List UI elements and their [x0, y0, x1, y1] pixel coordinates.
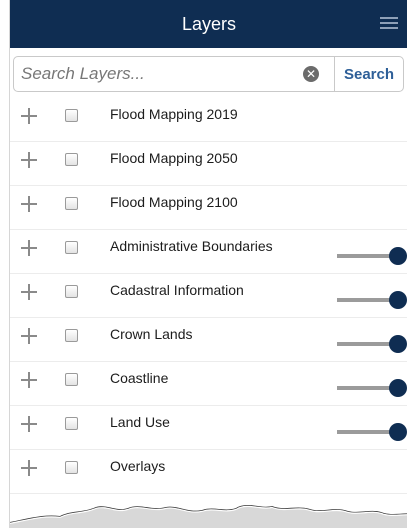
- search-input[interactable]: [13, 56, 335, 92]
- layer-name: Flood Mapping 2100: [110, 194, 238, 210]
- slider-track: [337, 342, 393, 346]
- layer-name: Cadastral Information: [110, 282, 244, 298]
- slider-thumb[interactable]: [389, 379, 407, 397]
- layer-visibility-checkbox[interactable]: [65, 417, 78, 430]
- expand-plus-icon[interactable]: [21, 328, 37, 344]
- layer-row: Crown Lands: [10, 318, 407, 362]
- layer-opacity-slider[interactable]: [337, 379, 407, 397]
- layer-name: Coastline: [110, 370, 169, 386]
- layer-visibility-checkbox[interactable]: [65, 373, 78, 386]
- layers-panel: Layers ✕ Search Flood Mapping 2019Flood …: [9, 0, 407, 528]
- expand-plus-icon[interactable]: [21, 372, 37, 388]
- layer-list: Flood Mapping 2019 Flood Mapping 2050 Floo…: [10, 98, 407, 494]
- layer-row: Land Use: [10, 406, 407, 450]
- layer-name: Crown Lands: [110, 326, 193, 342]
- slider-thumb[interactable]: [389, 247, 407, 265]
- slider-track: [337, 386, 393, 390]
- layer-opacity-slider[interactable]: [337, 423, 407, 441]
- slider-thumb[interactable]: [389, 335, 407, 353]
- layer-opacity-slider[interactable]: [337, 335, 407, 353]
- layer-name: Flood Mapping 2050: [110, 150, 238, 166]
- hamburger-menu-icon[interactable]: [380, 17, 398, 31]
- layer-row: Administrative Boundaries: [10, 230, 407, 274]
- expand-plus-icon[interactable]: [21, 460, 37, 476]
- slider-track: [337, 298, 393, 302]
- expand-plus-icon[interactable]: [21, 416, 37, 432]
- search-button[interactable]: Search: [334, 56, 404, 92]
- layer-row: Flood Mapping 2050: [10, 142, 407, 186]
- torn-edge-decoration: [10, 498, 407, 528]
- expand-plus-icon[interactable]: [21, 196, 37, 212]
- layer-visibility-checkbox[interactable]: [65, 241, 78, 254]
- layer-name: Flood Mapping 2019: [110, 106, 238, 122]
- layer-visibility-checkbox[interactable]: [65, 461, 78, 474]
- layer-visibility-checkbox[interactable]: [65, 153, 78, 166]
- layer-visibility-checkbox[interactable]: [65, 197, 78, 210]
- layer-row: Coastline: [10, 362, 407, 406]
- slider-thumb[interactable]: [389, 423, 407, 441]
- expand-plus-icon[interactable]: [21, 284, 37, 300]
- layer-name: Overlays: [110, 458, 166, 474]
- expand-plus-icon[interactable]: [21, 108, 37, 124]
- expand-plus-icon[interactable]: [21, 240, 37, 256]
- layer-row: Flood Mapping 2019: [10, 98, 407, 142]
- slider-thumb[interactable]: [389, 291, 407, 309]
- panel-title: Layers: [181, 14, 237, 34]
- layer-opacity-slider[interactable]: [337, 247, 407, 265]
- layer-visibility-checkbox[interactable]: [65, 285, 78, 298]
- panel-header: Layers: [10, 0, 407, 48]
- layer-opacity-slider[interactable]: [337, 291, 407, 309]
- expand-plus-icon[interactable]: [21, 152, 37, 168]
- layer-row: Flood Mapping 2100: [10, 186, 407, 230]
- search-bar: ✕ Search: [13, 56, 404, 92]
- slider-track: [337, 430, 393, 434]
- layer-name: Land Use: [110, 414, 170, 430]
- layer-name: Administrative Boundaries: [110, 238, 273, 254]
- layer-row: Cadastral Information: [10, 274, 407, 318]
- layer-visibility-checkbox[interactable]: [65, 329, 78, 342]
- layer-visibility-checkbox[interactable]: [65, 109, 78, 122]
- slider-track: [337, 254, 393, 258]
- layer-row: Overlays: [10, 450, 407, 494]
- clear-search-icon[interactable]: ✕: [303, 66, 319, 82]
